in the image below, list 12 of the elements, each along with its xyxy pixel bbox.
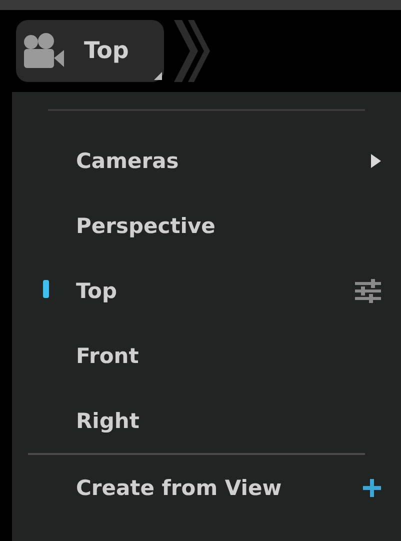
menu-item[interactable]: Create from View <box>12 455 401 520</box>
menu-item[interactable]: Front <box>12 323 401 388</box>
sliders-icon <box>355 278 381 302</box>
corner-triangle-icon <box>154 72 162 80</box>
selection-marker <box>43 280 49 298</box>
menu-item[interactable]: Right <box>12 388 401 453</box>
submenu-arrow-icon <box>371 154 381 168</box>
plus-icon <box>363 478 381 496</box>
menu-item[interactable]: Top <box>12 258 401 323</box>
menu-item[interactable]: Cameras <box>12 128 401 193</box>
menu-item[interactable]: Perspective <box>12 193 401 258</box>
camera-button[interactable]: Top <box>16 20 164 82</box>
